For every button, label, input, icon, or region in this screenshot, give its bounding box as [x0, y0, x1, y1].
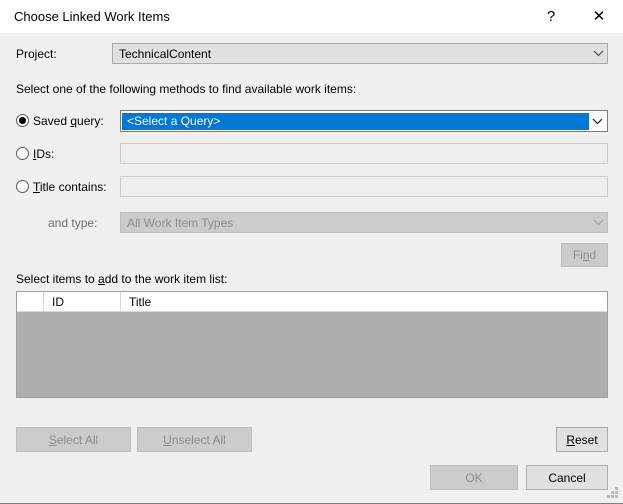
chevron-down-glyph: [593, 219, 604, 226]
title-contains-input-value: [121, 177, 607, 183]
radio-saved-query[interactable]: [16, 114, 29, 127]
column-header-title[interactable]: Title: [121, 292, 607, 311]
resize-gripper[interactable]: [607, 487, 619, 499]
column-header-checkbox[interactable]: [17, 292, 44, 311]
saved-query-label: Saved query:: [33, 114, 104, 128]
select-all-button[interactable]: Select All: [16, 427, 131, 452]
cancel-button[interactable]: Cancel: [526, 465, 608, 490]
title-contains-label: Title contains:: [33, 180, 107, 194]
saved-query-combobox-value: <Select a Query>: [122, 112, 589, 130]
close-button[interactable]: ✕: [584, 0, 614, 33]
find-button-label: Find: [572, 248, 597, 262]
saved-query-combobox[interactable]: <Select a Query>: [120, 110, 608, 132]
reset-button[interactable]: Reset: [556, 427, 608, 452]
dialog-title: Choose Linked Work Items: [14, 9, 170, 24]
and-type-combobox-value: All Work Item Types: [127, 215, 234, 230]
ids-label: IDs:: [33, 147, 55, 161]
reset-button-label: Reset: [566, 432, 598, 447]
unselect-all-button-label: Unselect All: [163, 432, 226, 447]
ids-input[interactable]: [120, 143, 608, 164]
chevron-down-icon: [590, 50, 607, 57]
list-caption: Select items to add to the work item lis…: [16, 272, 228, 286]
column-header-id[interactable]: ID: [44, 292, 121, 311]
and-type-label: and type:: [48, 216, 98, 230]
title-bar: Choose Linked Work Items ? ✕: [0, 0, 623, 33]
project-combobox-value: TechnicalContent: [119, 46, 212, 61]
help-button[interactable]: ?: [536, 0, 566, 33]
ok-button-label: OK: [465, 470, 483, 485]
project-label: Project:: [16, 47, 57, 61]
close-icon: ✕: [592, 8, 606, 25]
unselect-all-button[interactable]: Unselect All: [137, 427, 252, 452]
methods-instruction: Select one of the following methods to f…: [16, 82, 357, 96]
listview-header-row: ID Title: [17, 292, 607, 312]
listview-body: [17, 312, 607, 397]
ids-input-value: [121, 144, 607, 150]
radio-ids[interactable]: [16, 147, 29, 160]
chevron-down-icon: [589, 118, 606, 125]
project-combobox[interactable]: TechnicalContent: [112, 43, 608, 64]
find-button[interactable]: Find: [561, 243, 608, 267]
chevron-down-glyph: [592, 118, 603, 124]
question-mark-icon: ?: [546, 8, 556, 25]
select-all-button-label: Select All: [48, 432, 99, 447]
ok-button[interactable]: OK: [430, 465, 518, 490]
radio-title-contains[interactable]: [16, 180, 29, 193]
choose-linked-work-items-dialog: Choose Linked Work Items ? ✕ Project: Te…: [0, 0, 623, 504]
title-contains-input[interactable]: [120, 176, 608, 197]
and-type-combobox[interactable]: All Work Item Types: [120, 212, 608, 233]
chevron-down-glyph: [593, 50, 604, 57]
chevron-down-icon: [590, 219, 607, 226]
cancel-button-label: Cancel: [548, 470, 586, 485]
work-items-listview[interactable]: ID Title: [16, 291, 608, 398]
